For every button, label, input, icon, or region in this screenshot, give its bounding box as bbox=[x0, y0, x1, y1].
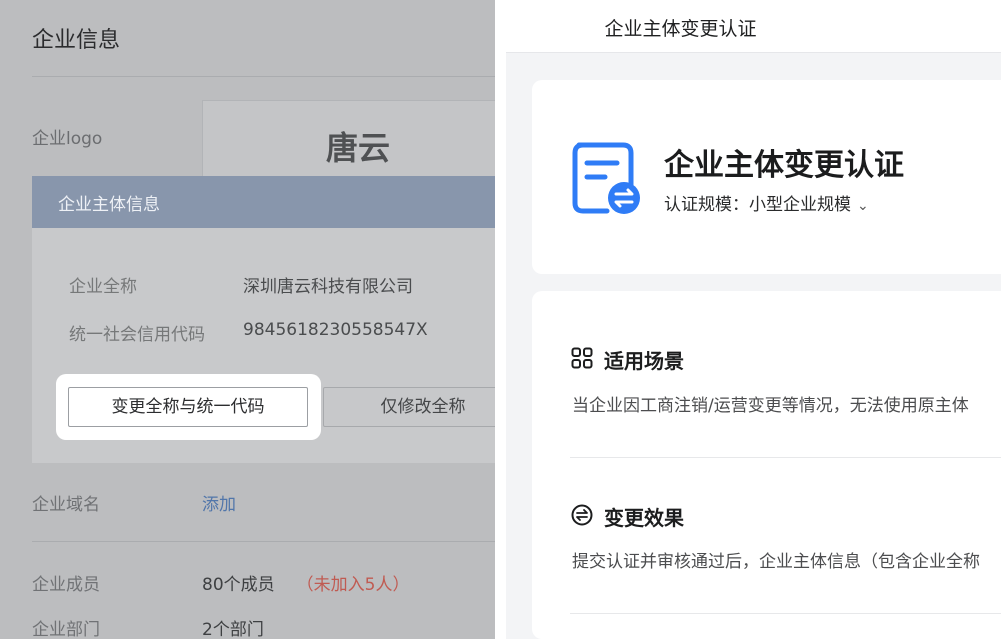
document-exchange-icon bbox=[572, 142, 640, 214]
members-pending[interactable]: （未加入5人） bbox=[297, 575, 410, 595]
change-name-and-code-button[interactable]: 变更全称与统一代码 bbox=[68, 387, 308, 427]
panel-header-title: 企业主体变更认证 bbox=[604, 18, 757, 40]
divider bbox=[32, 76, 495, 77]
background-page: 企业信息 企业logo 唐云 企业主体信息 企业全称 深圳唐云科技有限公司 统一… bbox=[0, 0, 495, 639]
divider bbox=[32, 541, 495, 542]
full-name-label: 企业全称 bbox=[69, 277, 137, 297]
rename-only-button[interactable]: 仅修改全称 bbox=[323, 387, 495, 427]
scale-label: 认证规模： bbox=[664, 195, 749, 215]
members-count: 80个成员 bbox=[202, 575, 275, 595]
chevron-down-icon[interactable]: ⌄ bbox=[857, 198, 869, 214]
section-effect-title: 变更效果 bbox=[604, 506, 684, 530]
scale-selector[interactable]: 认证规模：小型企业规模 ⌄ bbox=[664, 190, 869, 215]
panel-header: 企业主体变更认证 bbox=[506, 0, 1001, 53]
logo-text: 唐云 bbox=[325, 129, 390, 167]
grid-apps-icon bbox=[571, 347, 593, 369]
scale-value[interactable]: 小型企业规模 bbox=[749, 195, 851, 215]
members-label: 企业成员 bbox=[32, 575, 100, 595]
page-title: 企业信息 bbox=[32, 28, 121, 53]
departments-value: 2个部门 bbox=[202, 620, 264, 639]
full-name-value: 深圳唐云科技有限公司 bbox=[243, 277, 413, 297]
logo-label: 企业logo bbox=[32, 129, 103, 149]
section-scenario-text: 当企业因工商注销/运营变更等情况，无法使用原主体 bbox=[572, 396, 969, 416]
logo-box[interactable]: 唐云 bbox=[202, 100, 495, 180]
members-row: 80个成员 （未加入5人） bbox=[202, 570, 409, 595]
divider bbox=[570, 457, 1001, 458]
add-domain-link[interactable]: 添加 bbox=[202, 490, 236, 515]
domain-label: 企业域名 bbox=[32, 495, 100, 515]
departments-label: 企业部门 bbox=[32, 620, 100, 639]
credit-code-value: 9845618230558547X bbox=[243, 320, 428, 340]
credit-code-label: 统一社会信用代码 bbox=[69, 325, 205, 345]
details-card bbox=[532, 291, 1001, 639]
divider bbox=[570, 613, 1001, 614]
section-scenario-title: 适用场景 bbox=[604, 349, 684, 373]
card-title: 企业主体变更认证 bbox=[664, 148, 904, 183]
modal-title: 企业主体信息 bbox=[32, 176, 495, 228]
section-effect-text: 提交认证并审核通过后，企业主体信息（包含企业全称 bbox=[572, 552, 980, 572]
swap-circle-icon bbox=[571, 504, 593, 526]
panel-edge bbox=[495, 0, 506, 639]
